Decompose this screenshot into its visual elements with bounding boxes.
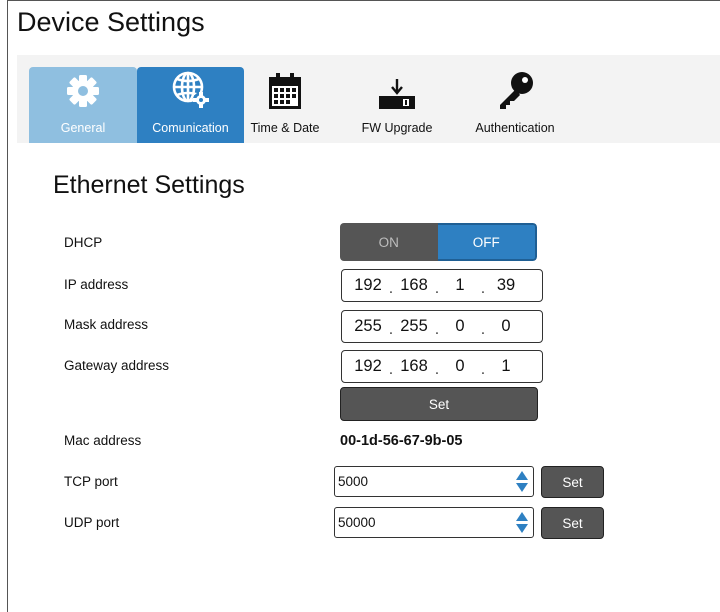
tab-communication-label: Comunication	[152, 121, 229, 135]
key-icon	[465, 67, 565, 111]
set-network-button[interactable]: Set	[340, 387, 538, 421]
gateway-address-input[interactable]: 192. 168. 0. 1	[341, 350, 543, 383]
spin-down-icon[interactable]	[516, 483, 528, 492]
set-udp-port-button[interactable]: Set	[541, 507, 604, 539]
ethernet-settings-section: Ethernet Settings DHCP ON OFF IP address…	[17, 143, 720, 612]
dhcp-label: DHCP	[64, 235, 103, 250]
tcp-port-spinner[interactable]	[515, 469, 529, 495]
section-title: Ethernet Settings	[53, 171, 245, 199]
udp-port-input[interactable]: 50000	[334, 507, 534, 538]
calendar-icon	[250, 67, 320, 111]
tab-bar: General Comunication Time & Date FW Upgr…	[17, 55, 720, 143]
mask-octet-3[interactable]: 0	[442, 317, 478, 336]
tcp-port-value[interactable]: 5000	[338, 474, 515, 489]
ip-address-input[interactable]: 192. 168. 1. 39	[341, 269, 543, 302]
gateway-octet-3[interactable]: 0	[442, 357, 478, 376]
ip-octet-2[interactable]: 168	[396, 276, 432, 295]
gateway-octet-2[interactable]: 168	[396, 357, 432, 376]
settings-panel: General Comunication Time & Date FW Upgr…	[17, 55, 720, 612]
tab-general-label: General	[60, 121, 106, 135]
gateway-address-label: Gateway address	[64, 358, 170, 373]
mask-address-input[interactable]: 255. 255. 0. 0	[341, 310, 543, 343]
tab-communication[interactable]: Comunication	[137, 67, 244, 143]
spin-down-icon[interactable]	[516, 524, 528, 533]
udp-port-label: UDP port	[64, 515, 120, 530]
spin-up-icon[interactable]	[516, 512, 528, 521]
download-device-icon	[357, 67, 437, 111]
ip-octet-3[interactable]: 1	[442, 276, 478, 295]
tab-fw-upgrade[interactable]: FW Upgrade	[357, 67, 437, 143]
gear-icon	[29, 67, 137, 111]
set-tcp-port-button[interactable]: Set	[541, 466, 604, 498]
tab-fw-upgrade-label: FW Upgrade	[361, 121, 433, 135]
mac-address-value: 00-1d-56-67-9b-05	[340, 433, 463, 449]
page-title: Device Settings	[17, 7, 205, 37]
ip-address-label: IP address	[64, 277, 129, 292]
dhcp-toggle[interactable]: ON OFF	[340, 223, 537, 261]
tab-time-date-label: Time & Date	[250, 121, 320, 135]
gateway-octet-4[interactable]: 1	[488, 357, 524, 376]
spin-up-icon[interactable]	[516, 471, 528, 480]
gateway-octet-1[interactable]: 192	[350, 357, 386, 376]
tcp-port-input[interactable]: 5000	[334, 466, 534, 497]
udp-port-value[interactable]: 50000	[338, 515, 515, 530]
ip-octet-1[interactable]: 192	[350, 276, 386, 295]
tab-authentication-label: Authentication	[475, 121, 555, 135]
dhcp-on-option[interactable]: ON	[340, 223, 438, 261]
mac-address-label: Mac address	[64, 433, 142, 448]
tcp-port-label: TCP port	[64, 474, 118, 489]
tab-general[interactable]: General	[29, 67, 137, 143]
udp-port-spinner[interactable]	[515, 510, 529, 536]
globe-gear-icon	[137, 67, 244, 111]
tab-time-date[interactable]: Time & Date	[250, 67, 320, 143]
mask-octet-4[interactable]: 0	[488, 317, 524, 336]
mask-address-label: Mask address	[64, 317, 149, 332]
mask-octet-2[interactable]: 255	[396, 317, 432, 336]
tab-authentication[interactable]: Authentication	[465, 67, 565, 143]
mask-octet-1[interactable]: 255	[350, 317, 386, 336]
dhcp-off-option[interactable]: OFF	[437, 223, 537, 261]
ip-octet-4[interactable]: 39	[488, 276, 524, 295]
